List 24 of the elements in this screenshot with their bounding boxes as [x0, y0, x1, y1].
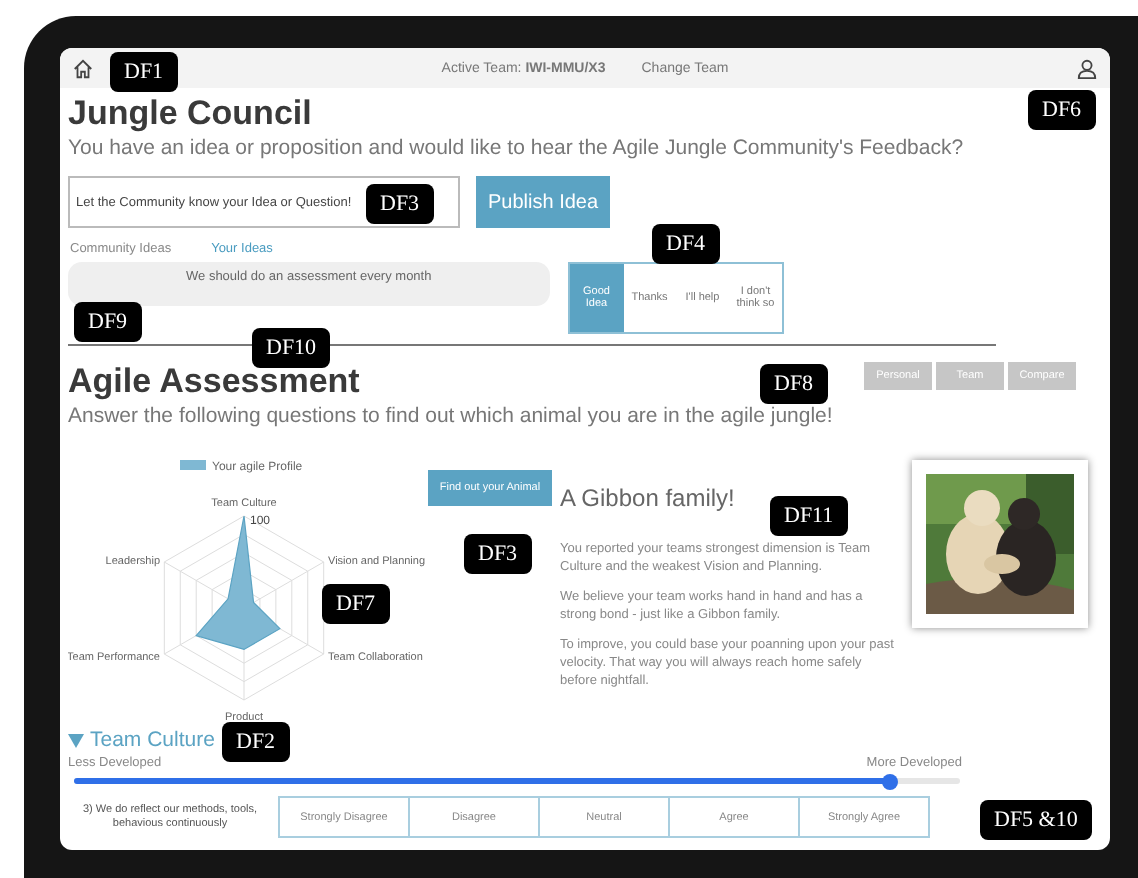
- radar-area: [195, 515, 281, 651]
- annotation-label: DF5 &10: [980, 800, 1092, 840]
- slider-thumb[interactable]: [881, 773, 898, 789]
- annotation-label: DF3: [464, 534, 532, 574]
- annotation-label: DF8: [760, 364, 828, 404]
- section-title: Jungle Council: [68, 94, 312, 134]
- home-icon[interactable]: [72, 57, 94, 79]
- annotation-label: DF10: [252, 328, 331, 368]
- section-title: Agile Assessment: [68, 362, 360, 402]
- annotation-label: DF3: [366, 184, 434, 224]
- annotation-label: DF2: [222, 722, 290, 762]
- annotation-label: DF9: [74, 302, 142, 342]
- section-subtitle: Answer the following questions to find out which animal you are in the agile jungle!: [68, 402, 835, 430]
- triangle-icon: [68, 733, 84, 747]
- annotation-label: DF6: [1028, 90, 1096, 130]
- annotation-label: DF1: [110, 52, 178, 92]
- annotation-label: DF4: [652, 224, 720, 264]
- legend-swatch: [180, 460, 206, 470]
- annotation-label: DF7: [322, 584, 390, 624]
- result-heading: A Gibbon family!: [560, 484, 737, 512]
- section-subtitle: You have an idea or proposition and would like to hear the Agile Jungle Community's Feedback?: [68, 134, 966, 162]
- user-icon[interactable]: [1076, 57, 1099, 79]
- annotation-label: DF11: [770, 496, 848, 536]
- publish-idea-button[interactable]: Publish Idea: [476, 176, 611, 228]
